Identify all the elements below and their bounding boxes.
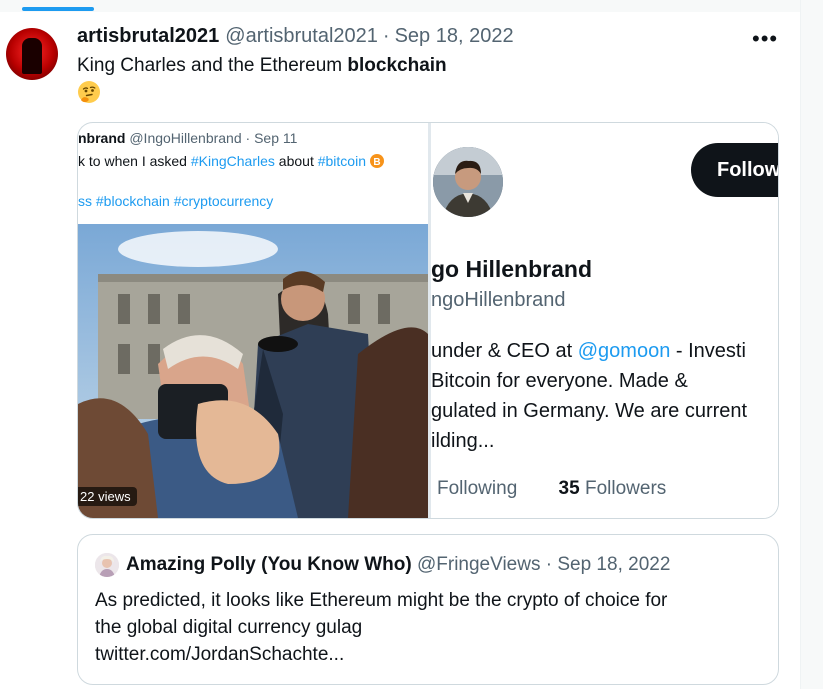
profile-bio: under & CEO at @gomoon - Investi Bitcoin… [431, 336, 747, 456]
embedded-line2-plain: k to when I asked [78, 153, 191, 169]
following-label: Following [437, 478, 518, 499]
bio-line-3: gulated in Germany. We are current [431, 400, 748, 422]
embedded-name: nbrand [78, 130, 126, 146]
top-strip [0, 0, 800, 12]
hashtag-kingcharles: #KingCharles [190, 153, 275, 169]
quote-handle[interactable]: @FringeViews [417, 554, 540, 575]
tweet-date[interactable]: Sep 18, 2022 [395, 25, 514, 48]
profile-avatar[interactable] [431, 145, 505, 219]
bio-line-2: Bitcoin for everyone. Made & [431, 370, 688, 392]
quote-separator: · [545, 554, 553, 575]
thinking-face-icon [78, 81, 100, 103]
separator-dot: · [382, 24, 390, 47]
embedded-line-2: k to when I asked #KingCharles about #bi… [78, 153, 384, 169]
embedded-sep: · [245, 130, 251, 146]
follow-button[interactable]: Follow [691, 143, 778, 197]
quote-display-name[interactable]: Amazing Polly (You Know Who) [126, 554, 412, 575]
bio-line1-rest: - Investi [670, 340, 746, 362]
tweet-text: King Charles and the Ethereum blockchain [77, 54, 447, 78]
embedded-line2-mid: about [274, 153, 318, 169]
user-handle[interactable]: @artisbrutal2021 [225, 25, 378, 48]
quote-date[interactable]: Sep 18, 2022 [557, 554, 670, 575]
quote-text: As predicted, it looks like Ethereum mig… [95, 587, 755, 668]
tweet-text-plain: King Charles and the Ethereum [77, 55, 348, 76]
right-gutter [800, 0, 823, 689]
profile-photo [433, 147, 503, 217]
video-thumbnail[interactable]: 22 views [78, 224, 428, 518]
mention-gomoon: @gomoon [577, 340, 671, 362]
tweet-text-bold: blockchain [347, 55, 447, 76]
quoted-tweet[interactable]: Amazing Polly (You Know Who) @FringeView… [77, 534, 779, 685]
bio-line1-plain: under & CEO at [431, 340, 578, 362]
embedded-date: Sep 11 [254, 130, 298, 146]
embedded-handle: @IngoHillenbrand [129, 130, 242, 146]
avatar-figure [22, 38, 42, 74]
tweet-header: artisbrutal2021 @artisbrutal2021 · Sep 1… [77, 24, 514, 48]
quote-link[interactable]: twitter.com/JordanSchachte... [95, 641, 755, 668]
media-card[interactable]: nbrand @IngoHillenbrand · Sep 11 k to wh… [77, 122, 779, 519]
profile-stats: Following 35 Followers [431, 478, 666, 500]
quote-avatar-photo [95, 553, 119, 577]
display-name[interactable]: artisbrutal2021 [77, 25, 219, 48]
hashtag-bitcoin: #bitcoin [317, 153, 366, 169]
followers-label: Followers [584, 478, 667, 499]
bitcoin-icon: B [369, 154, 384, 168]
quote-header: Amazing Polly (You Know Who) @FringeView… [126, 554, 670, 576]
tweet[interactable]: artisbrutal2021 @artisbrutal2021 · Sep 1… [0, 12, 800, 689]
quote-text-line-1: As predicted, it looks like Ethereum mig… [95, 590, 668, 611]
embedded-tweet-screenshot[interactable]: nbrand @IngoHillenbrand · Sep 11 k to wh… [78, 123, 431, 518]
view-count-badge: 22 views [78, 487, 137, 506]
bio-line-4: ilding... [431, 430, 495, 452]
profile-name: go Hillenbrand [431, 256, 592, 282]
quote-avatar[interactable] [95, 553, 119, 577]
bio-line-1: under & CEO at @gomoon - Investi [431, 336, 747, 366]
followers-count: 35 [558, 478, 580, 499]
crowd-photo [78, 224, 428, 518]
avatar[interactable] [6, 28, 58, 80]
more-options-icon[interactable]: ••• [752, 26, 778, 52]
profile-card-screenshot[interactable]: Follow go Hillenbrand ngoHillenbrand und… [431, 123, 778, 518]
profile-handle: ngoHillenbrand [431, 289, 566, 311]
active-tab-indicator [22, 7, 94, 11]
embedded-line-3: ss #blockchain #cryptocurrency [78, 193, 274, 209]
embedded-header: nbrand @IngoHillenbrand · Sep 11 [78, 130, 297, 146]
svg-text:B: B [373, 157, 380, 168]
quote-text-line-2: the global digital currency gulag [95, 617, 363, 638]
